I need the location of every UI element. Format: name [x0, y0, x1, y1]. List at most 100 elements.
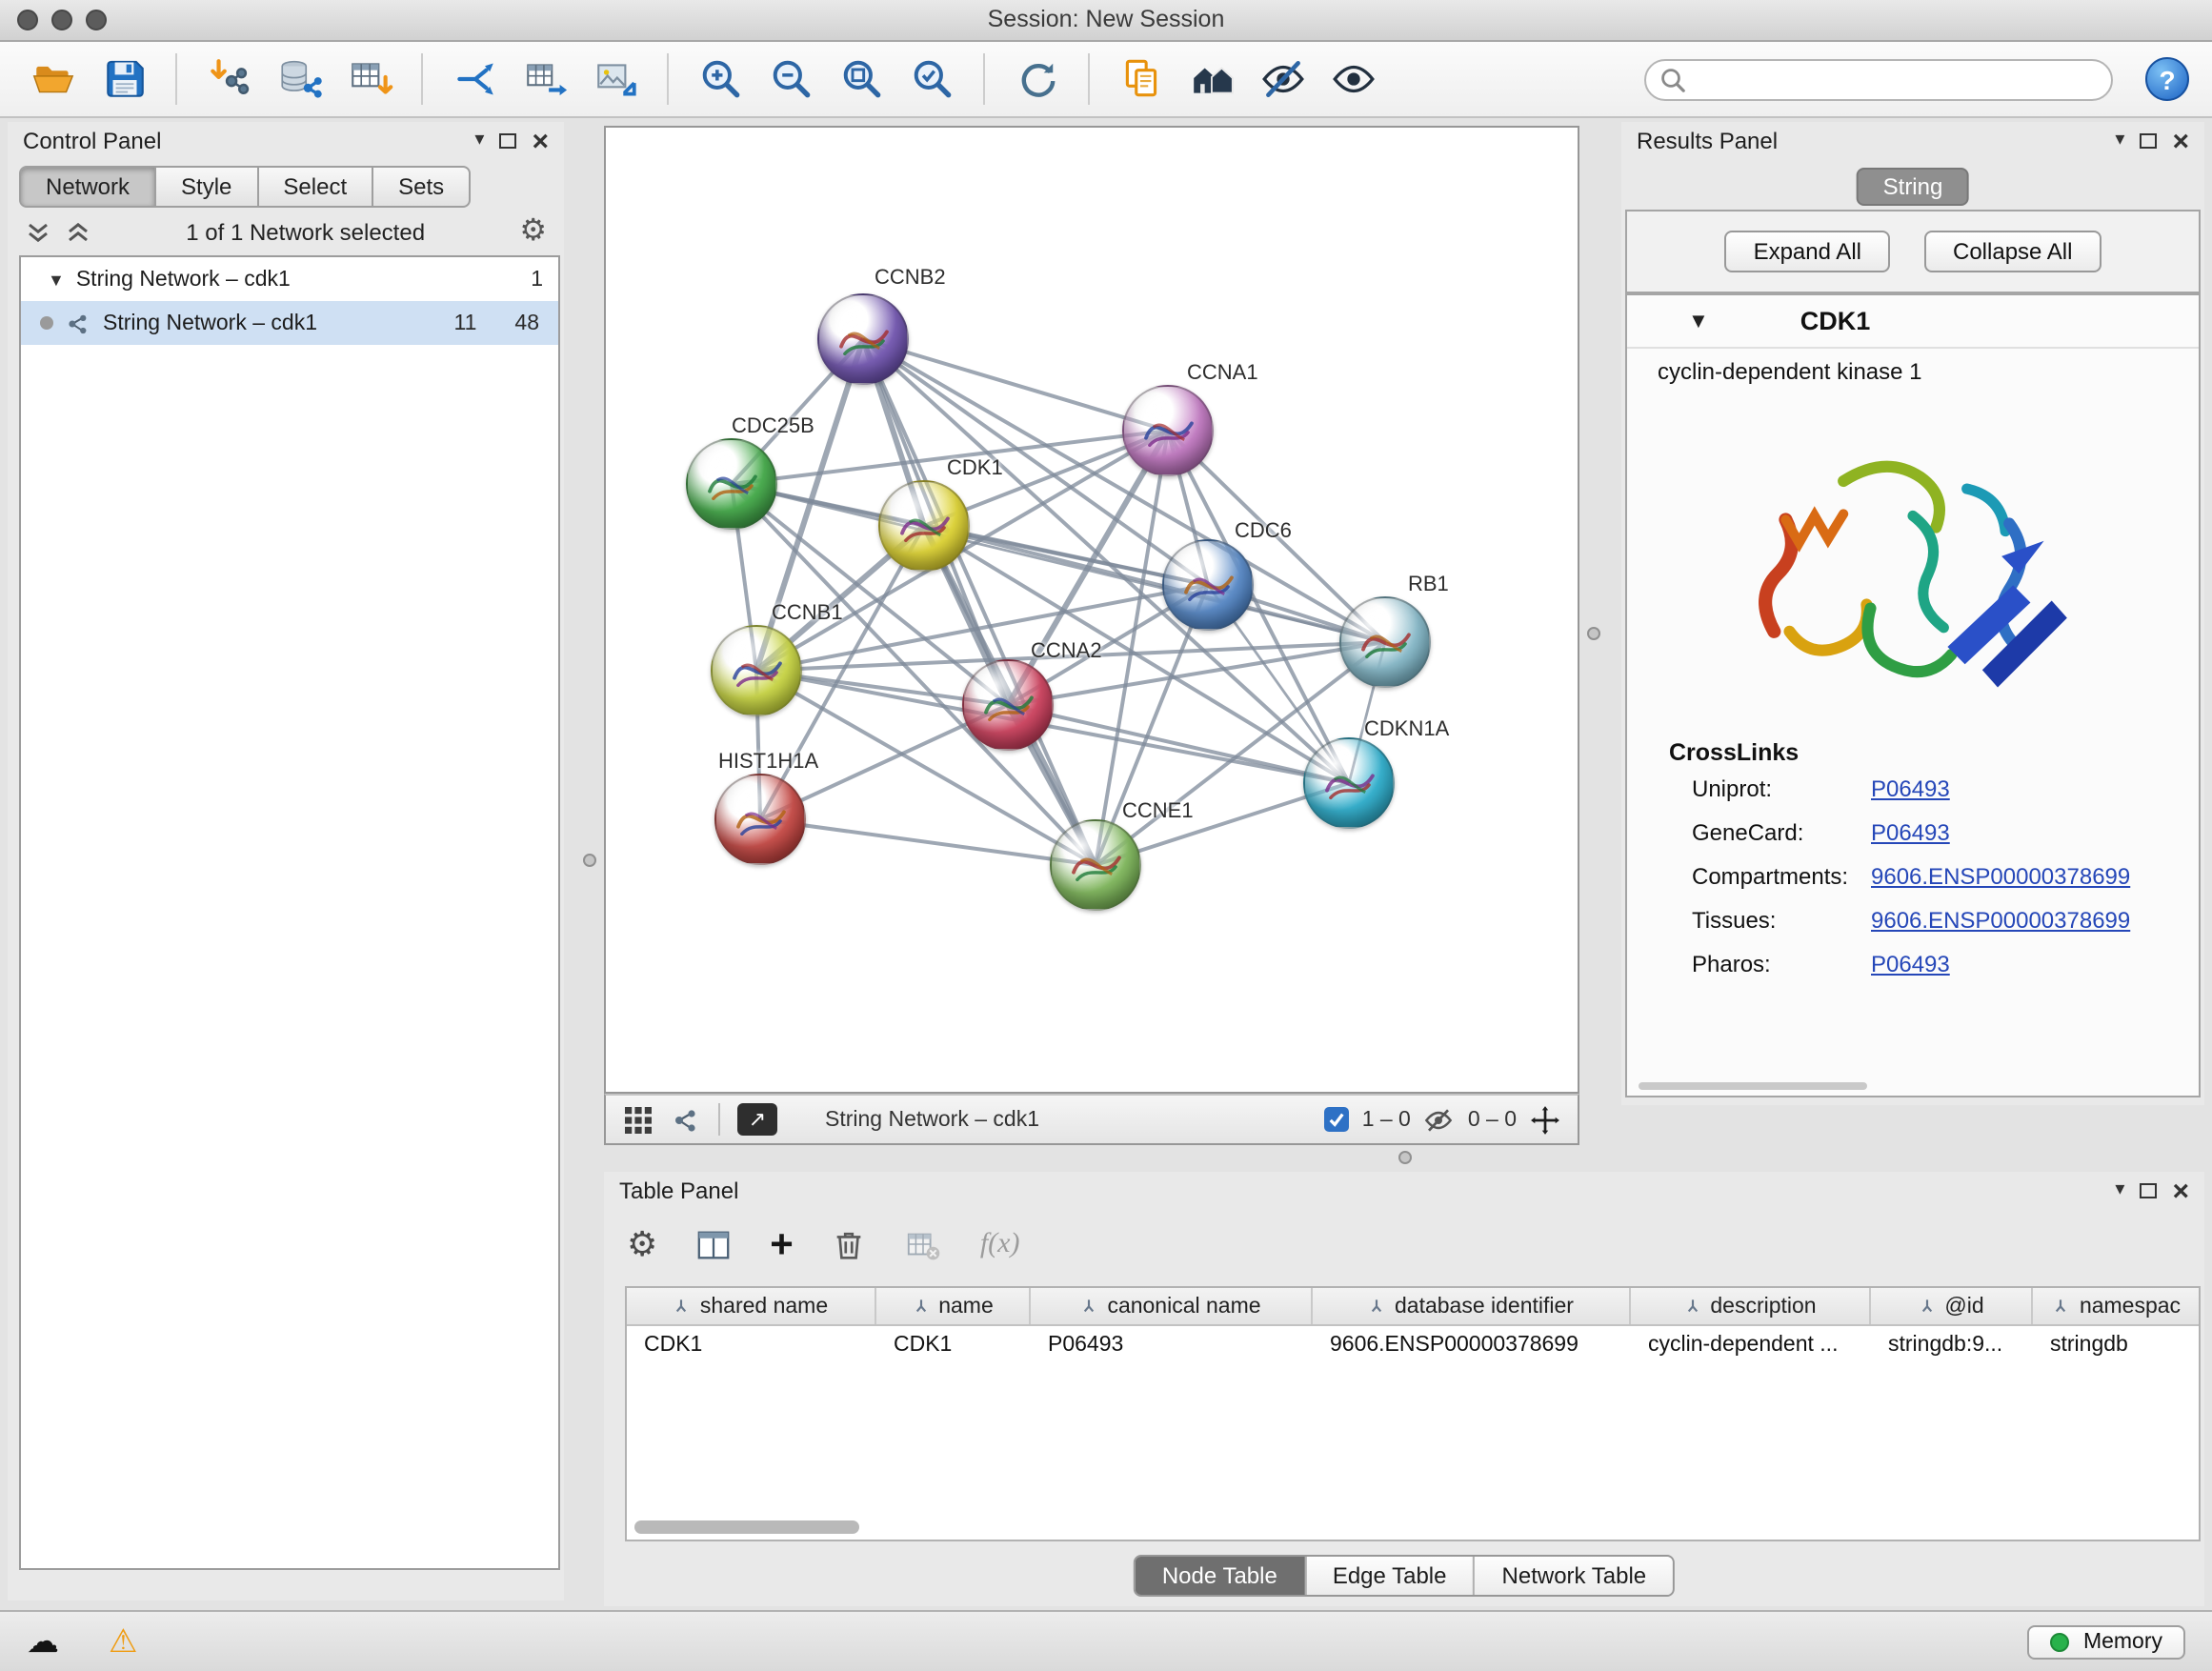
network-canvas[interactable]: CCNB2CCNA1CDC25BCDK1CDC6RB1CCNB1CCNA2CDK… [604, 126, 1579, 1094]
tab-network-table[interactable]: Network Table [1474, 1557, 1674, 1595]
column-header-database-identifier[interactable]: database identifier [1313, 1288, 1631, 1324]
network-node-cdc6[interactable] [1162, 539, 1254, 631]
column-header-name[interactable]: name [876, 1288, 1031, 1324]
cloud-icon[interactable]: ☁ [27, 1622, 59, 1661]
open-session-icon[interactable] [23, 47, 84, 111]
import-network-file-icon[interactable] [198, 47, 259, 111]
network-node-hist1h1a[interactable] [714, 774, 806, 865]
close-panel-icon[interactable]: × [532, 127, 549, 155]
search-input[interactable] [1644, 58, 2113, 100]
memory-button[interactable]: Memory [2028, 1624, 2185, 1659]
home-icon[interactable] [1181, 47, 1242, 111]
float-panel-icon[interactable] [2140, 133, 2157, 149]
new-network-from-selection-icon[interactable] [514, 47, 575, 111]
zoom-in-icon[interactable] [690, 47, 751, 111]
help-icon[interactable]: ? [2145, 57, 2189, 101]
collection-expand-icon[interactable]: ▼ [48, 270, 65, 289]
expand-all-button[interactable]: Expand All [1725, 231, 1890, 272]
crosslink-link[interactable]: P06493 [1871, 950, 1950, 976]
tab-style[interactable]: Style [154, 166, 258, 208]
crosslink-link[interactable]: 9606.ENSP00000378699 [1871, 906, 2130, 933]
import-table-file-icon[interactable] [339, 47, 400, 111]
column-header-namespac[interactable]: namespac [2033, 1288, 2201, 1324]
birdseye-view-icon[interactable] [623, 1104, 654, 1135]
detach-view-icon[interactable]: ↗ [737, 1103, 777, 1136]
delete-column-icon[interactable] [832, 1226, 868, 1262]
tab-node-table[interactable]: Node Table [1136, 1557, 1304, 1595]
hidden-eye-icon[interactable] [1424, 1104, 1455, 1135]
network-edge[interactable] [1008, 705, 1349, 783]
results-scrollbar[interactable] [1639, 1082, 1867, 1090]
copy-style-icon[interactable] [1111, 47, 1172, 111]
table-settings-icon[interactable]: ⚙ [627, 1227, 657, 1261]
selected-checkbox-icon[interactable] [1324, 1107, 1349, 1132]
network-edge[interactable] [863, 339, 1096, 865]
network-node-cdc25b[interactable] [686, 438, 777, 530]
close-panel-icon[interactable]: × [2172, 1177, 2189, 1205]
tab-network[interactable]: Network [19, 166, 156, 208]
network-node-cdk1[interactable] [878, 480, 970, 572]
network-node-ccnb2[interactable] [817, 293, 909, 385]
close-panel-icon[interactable]: × [2172, 127, 2189, 155]
hide-selected-icon[interactable] [1252, 47, 1313, 111]
column-header-shared-name[interactable]: shared name [627, 1288, 876, 1324]
collapse-all-icon[interactable] [25, 221, 51, 244]
table-row[interactable]: CDK1CDK1P064939606.ENSP00000378699cyclin… [627, 1326, 2199, 1366]
maximize-window-button[interactable] [86, 10, 107, 30]
refresh-view-icon[interactable] [1006, 47, 1067, 111]
copy-network-icon[interactable] [444, 47, 505, 111]
import-network-database-icon[interactable] [269, 47, 330, 111]
gene-section-header[interactable]: ▼ CDK1 [1627, 295, 2199, 349]
crosslink-link[interactable]: 9606.ENSP00000378699 [1871, 862, 2130, 889]
column-header--id[interactable]: @id [1871, 1288, 2033, 1324]
network-node-ccne1[interactable] [1050, 819, 1141, 911]
collapse-panel-icon[interactable]: ▾ [2115, 131, 2124, 151]
network-overview-icon[interactable] [671, 1104, 701, 1135]
export-network-image-icon[interactable] [585, 47, 646, 111]
horizontal-splitter-handle[interactable] [1398, 1151, 1412, 1164]
close-window-button[interactable] [17, 10, 38, 30]
warning-icon[interactable]: ⚠ [109, 1622, 138, 1661]
network-node-ccna2[interactable] [962, 659, 1054, 751]
tab-edge-table[interactable]: Edge Table [1304, 1557, 1474, 1595]
save-session-icon[interactable] [93, 47, 154, 111]
network-edge[interactable] [863, 339, 1168, 431]
tab-string[interactable]: String [1857, 168, 1970, 206]
function-builder-icon[interactable]: f(x) [980, 1228, 1020, 1260]
vertical-splitter-handle[interactable] [583, 854, 596, 867]
column-type-icon [1368, 1298, 1385, 1315]
show-columns-icon[interactable] [695, 1226, 732, 1262]
network-edge[interactable] [760, 819, 1096, 865]
network-row[interactable]: String Network – cdk1 11 48 [21, 301, 558, 345]
node-label-rb1: RB1 [1408, 574, 1449, 596]
collapse-all-button[interactable]: Collapse All [1924, 231, 2101, 272]
network-collection-row[interactable]: ▼ String Network – cdk1 1 [21, 257, 558, 301]
network-node-cdkn1a[interactable] [1303, 737, 1395, 829]
crosslink-link[interactable]: P06493 [1871, 818, 1950, 845]
gear-icon[interactable]: ⚙ [519, 217, 547, 248]
column-header-description[interactable]: description [1631, 1288, 1871, 1324]
network-node-ccna1[interactable] [1122, 385, 1214, 476]
crosslink-link[interactable]: P06493 [1871, 775, 1950, 801]
tab-select[interactable]: Select [256, 166, 373, 208]
collapse-panel-icon[interactable]: ▾ [474, 131, 484, 151]
zoom-fit-icon[interactable] [831, 47, 892, 111]
pan-icon[interactable] [1530, 1104, 1560, 1135]
float-panel-icon[interactable] [499, 133, 516, 149]
column-header-canonical-name[interactable]: canonical name [1031, 1288, 1313, 1324]
vertical-splitter-handle[interactable] [1587, 627, 1600, 640]
gene-collapse-icon[interactable]: ▼ [1688, 310, 1709, 332]
network-node-rb1[interactable] [1339, 596, 1431, 688]
collapse-panel-icon[interactable]: ▾ [2115, 1181, 2124, 1200]
expand-all-icon[interactable] [65, 221, 91, 244]
network-node-ccnb1[interactable] [711, 625, 802, 716]
tab-sets[interactable]: Sets [372, 166, 471, 208]
table-horizontal-scrollbar[interactable] [634, 1520, 859, 1534]
float-panel-icon[interactable] [2140, 1183, 2157, 1198]
zoom-out-icon[interactable] [760, 47, 821, 111]
zoom-selected-icon[interactable] [901, 47, 962, 111]
add-column-icon[interactable]: + [770, 1224, 794, 1264]
delete-table-icon[interactable] [906, 1226, 942, 1262]
show-all-icon[interactable] [1322, 47, 1383, 111]
minimize-window-button[interactable] [51, 10, 72, 30]
